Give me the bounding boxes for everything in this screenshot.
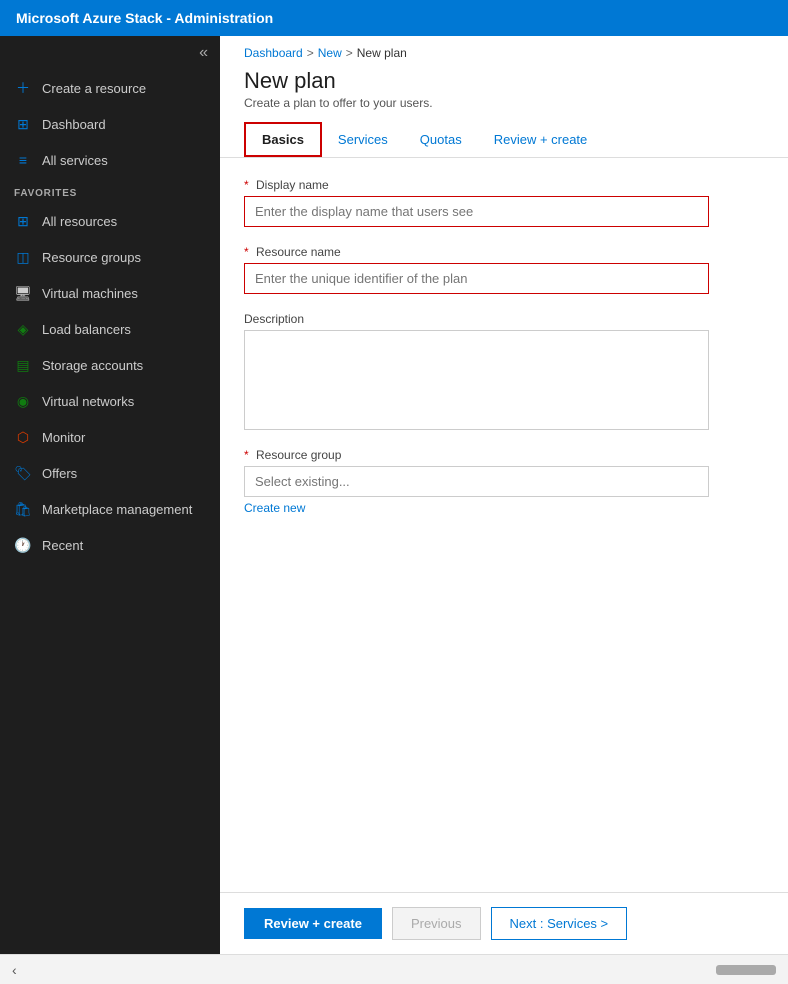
sidebar: « ＋ Create a resource ⊞ Dashboard ≡ All … [0,36,220,954]
sidebar-item-virtual-machines[interactable]: 🖥 Virtual machines [0,275,220,311]
resource-name-field: * Resource name [244,245,764,294]
sidebar-item-offers[interactable]: 🏷 Offers [0,455,220,491]
sidebar-item-storage-accounts[interactable]: ▤ Storage accounts [0,347,220,383]
sidebar-item-recent[interactable]: 🕐 Recent [0,527,220,563]
description-label: Description [244,312,764,326]
description-field: Description [244,312,764,430]
page-header: New plan Create a plan to offer to your … [220,60,788,122]
breadcrumb-new[interactable]: New [318,46,342,60]
title-bar-label: Microsoft Azure Stack - Administration [16,10,273,26]
bottom-bar: ‹ [0,954,788,984]
resource-group-input[interactable] [244,466,709,497]
resource-group-label: * Resource group [244,448,764,462]
breadcrumb: Dashboard > New > New plan [220,36,788,60]
sidebar-item-marketplace-management[interactable]: 🛍 Marketplace management [0,491,220,527]
offers-icon: 🏷 [14,464,32,482]
breadcrumb-sep-1: > [307,46,314,60]
load-balancers-icon: ◈ [14,320,32,338]
title-bar: Microsoft Azure Stack - Administration [0,0,788,36]
monitor-icon: ⬡ [14,428,32,446]
bottom-chevron-icon[interactable]: ‹ [12,962,17,978]
footer: Review + create Previous Next : Services… [220,892,788,954]
tab-quotas[interactable]: Quotas [404,124,478,155]
review-create-button[interactable]: Review + create [244,908,382,939]
sidebar-item-all-services[interactable]: ≡ All services [0,142,220,178]
breadcrumb-sep-2: > [346,46,353,60]
storage-accounts-icon: ▤ [14,356,32,374]
display-name-label: * Display name [244,178,764,192]
resource-group-field: * Resource group Create new [244,448,764,515]
dashboard-icon: ⊞ [14,115,32,133]
breadcrumb-current: New plan [357,46,407,60]
required-star-resource: * [244,245,249,259]
form-area: * Display name * Resource name Descripti… [220,158,788,892]
virtual-networks-icon: ◉ [14,392,32,410]
virtual-machines-icon: 🖥 [14,284,32,302]
recent-icon: 🕐 [14,536,32,554]
favorites-header: FAVORITES [0,178,220,203]
scroll-indicator [716,965,776,975]
previous-button: Previous [392,907,481,940]
sidebar-item-resource-groups[interactable]: ◫ Resource groups [0,239,220,275]
tab-review-create[interactable]: Review + create [478,124,604,155]
tab-bar: Basics Services Quotas Review + create [220,122,788,158]
sidebar-item-monitor[interactable]: ⬡ Monitor [0,419,220,455]
all-resources-icon: ⊞ [14,212,32,230]
description-input[interactable] [244,330,709,430]
content-area: Dashboard > New > New plan New plan Crea… [220,36,788,954]
next-services-button[interactable]: Next : Services > [491,907,628,940]
tab-services[interactable]: Services [322,124,404,155]
breadcrumb-dashboard[interactable]: Dashboard [244,46,303,60]
list-icon: ≡ [14,151,32,169]
sidebar-item-virtual-networks[interactable]: ◉ Virtual networks [0,383,220,419]
page-subtitle: Create a plan to offer to your users. [244,96,764,110]
display-name-field: * Display name [244,178,764,227]
marketplace-icon: 🛍 [14,500,32,518]
plus-icon: ＋ [14,79,32,97]
create-new-link[interactable]: Create new [244,501,305,515]
resource-name-input[interactable] [244,263,709,294]
required-star-display: * [244,178,249,192]
sidebar-item-create-resource[interactable]: ＋ Create a resource [0,70,220,106]
sidebar-item-all-resources[interactable]: ⊞ All resources [0,203,220,239]
resource-groups-icon: ◫ [14,248,32,266]
page-title: New plan [244,68,764,94]
tab-basics[interactable]: Basics [244,122,322,157]
required-star-rg: * [244,448,249,462]
resource-name-label: * Resource name [244,245,764,259]
display-name-input[interactable] [244,196,709,227]
sidebar-item-dashboard[interactable]: ⊞ Dashboard [0,106,220,142]
sidebar-collapse-button[interactable]: « [0,36,220,70]
sidebar-item-load-balancers[interactable]: ◈ Load balancers [0,311,220,347]
